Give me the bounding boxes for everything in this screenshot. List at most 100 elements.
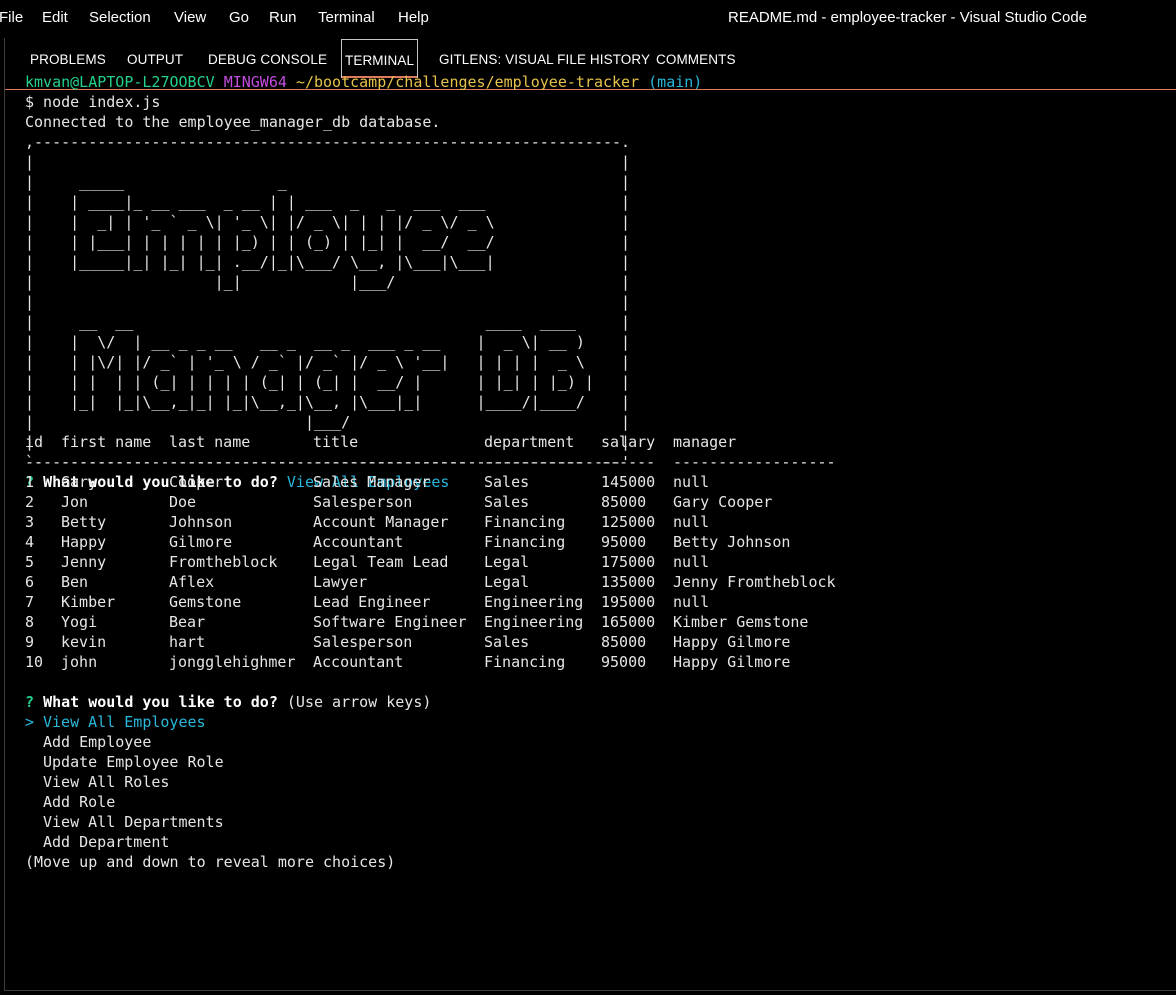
cell-salary: 135000 <box>601 573 656 591</box>
divider: -- <box>25 453 44 471</box>
cell-salary: 195000 <box>601 593 656 611</box>
cell-department: Financing <box>484 513 566 531</box>
banner-line: | |___/ | <box>25 413 631 431</box>
choice-pointer: > <box>25 713 35 731</box>
banner-line: | __ __ ____ ____ | <box>25 313 631 331</box>
tab-debug-console[interactable]: DEBUG CONSOLE <box>208 52 327 67</box>
prompt-user: kmvan@LAPTOP-L27OOBCV <box>25 73 215 91</box>
cell-manager: Kimber Gemstone <box>673 613 809 631</box>
divider: ------ <box>601 453 656 471</box>
banner-line: | |_| |___/ | <box>25 273 631 291</box>
cell-last-name: jongglehighmer <box>169 653 296 671</box>
divider: ------------------ <box>673 453 836 471</box>
cell-salary: 85000 <box>601 493 647 511</box>
cell-department: Legal <box>484 573 530 591</box>
cell-first-name: Yogi <box>61 613 98 631</box>
menu-file[interactable]: File <box>0 9 23 26</box>
cell-id: 2 <box>25 493 35 511</box>
cell-last-name: hart <box>169 633 206 651</box>
cell-title: Accountant <box>313 533 404 551</box>
cell-title: Sales Manager <box>313 473 431 491</box>
cell-last-name: Bear <box>169 613 206 631</box>
cell-first-name: Betty <box>61 513 107 531</box>
cell-id: 1 <box>25 473 35 491</box>
menu-help[interactable]: Help <box>398 9 429 26</box>
shell-prompt: kmvan@LAPTOP-L27OOBCV MINGW64 ~/bootcamp… <box>25 72 702 92</box>
tab-output[interactable]: OUTPUT <box>127 52 183 67</box>
cell-last-name: Doe <box>169 493 197 511</box>
cell-last-name: Gemstone <box>169 593 242 611</box>
menu-terminal[interactable]: Terminal <box>318 9 375 26</box>
banner-line: | | _| | '_ ` _ \| '_ \| |/ _ \| | | |/ … <box>25 213 631 231</box>
cell-salary: 125000 <box>601 513 656 531</box>
connected-message: Connected to the employee_manager_db dat… <box>25 113 441 131</box>
cell-department: Sales <box>484 633 530 651</box>
choice-label[interactable]: View All Roles <box>43 772 169 792</box>
col-salary: salary <box>601 433 656 451</box>
cell-manager: Gary Cooper <box>673 493 773 511</box>
menu-go[interactable]: Go <box>229 9 249 26</box>
col-first-name: first name <box>61 433 152 451</box>
choice-label[interactable]: View All Employees <box>43 712 206 732</box>
menu-selection[interactable]: Selection <box>89 9 151 26</box>
cell-last-name: Cooper <box>169 473 224 491</box>
ascii-banner: ,---------------------------------------… <box>25 132 702 472</box>
banner-line: | | <box>25 293 631 311</box>
cell-manager: null <box>673 553 710 571</box>
cell-manager: Happy Gilmore <box>673 633 791 651</box>
terminal-output[interactable]: kmvan@LAPTOP-L27OOBCV MINGW64 ~/bootcamp… <box>25 72 702 492</box>
choice-label[interactable]: View All Departments <box>43 812 224 832</box>
divider: ----------- <box>484 453 584 471</box>
cell-manager: Jenny Fromtheblock <box>673 573 836 591</box>
tab-problems[interactable]: PROBLEMS <box>30 52 106 67</box>
banner-line: | |_____|_| |_| |_| .__/|_|\___/ \__, |\… <box>25 253 631 271</box>
question-hint: (Use arrow keys) <box>286 693 432 711</box>
choice-label[interactable]: Add Role <box>43 792 115 812</box>
cell-title: Software Engineer <box>313 613 467 631</box>
cell-first-name: Jon <box>61 493 89 511</box>
cell-id: 7 <box>25 593 35 611</box>
prompt-path: ~/bootcamp/challenges/employee-tracker <box>295 73 640 91</box>
tab-comments[interactable]: COMMENTS <box>656 52 736 67</box>
menu-edit[interactable]: Edit <box>42 9 68 26</box>
cell-salary: 145000 <box>601 473 656 491</box>
cell-salary: 165000 <box>601 613 656 631</box>
cell-first-name: Ben <box>61 573 89 591</box>
cell-first-name: Kimber <box>61 593 116 611</box>
prompt-branch: (main) <box>648 73 703 91</box>
cell-manager: Betty Johnson <box>673 533 791 551</box>
banner-line: ,---------------------------------------… <box>25 133 631 151</box>
cell-title: Accountant <box>313 653 404 671</box>
cell-id: 4 <box>25 533 35 551</box>
cell-last-name: Gilmore <box>169 533 233 551</box>
choice-label[interactable]: Update Employee Role <box>43 752 224 772</box>
prompt-shell: MINGW64 <box>223 73 287 91</box>
divider: -------------- <box>169 453 296 471</box>
cell-id: 9 <box>25 633 35 651</box>
choice-label[interactable]: Add Department <box>43 832 169 852</box>
cell-title: Salesperson <box>313 493 413 511</box>
banner-line: | | \/ | __ _ _ __ __ _ __ _ ___ _ __ | … <box>25 333 631 351</box>
cell-id: 8 <box>25 613 35 631</box>
cell-manager: Happy Gilmore <box>673 653 791 671</box>
cell-department: Financing <box>484 533 566 551</box>
banner-line: | | <box>25 153 631 171</box>
tab-gitlens-file-history[interactable]: GITLENS: VISUAL FILE HISTORY <box>439 52 650 67</box>
cell-last-name: Johnson <box>169 513 233 531</box>
cell-department: Sales <box>484 473 530 491</box>
cell-first-name: john <box>61 653 98 671</box>
cell-department: Legal <box>484 553 530 571</box>
cell-first-name: Jenny <box>61 553 107 571</box>
menu-run[interactable]: Run <box>269 9 297 26</box>
cell-id: 3 <box>25 513 35 531</box>
cell-id: 6 <box>25 573 35 591</box>
col-id: id <box>25 433 44 451</box>
choice-label[interactable]: Add Employee <box>43 732 151 752</box>
cell-department: Engineering <box>484 593 584 611</box>
cell-first-name: Gary <box>61 473 98 491</box>
cell-manager: null <box>673 513 710 531</box>
menu-view[interactable]: View <box>174 9 206 26</box>
cell-department: Financing <box>484 653 566 671</box>
cell-title: Salesperson <box>313 633 413 651</box>
banner-line: | | |\/| |/ _` | '_ \ / _` |/ _` |/ _ \ … <box>25 353 631 371</box>
